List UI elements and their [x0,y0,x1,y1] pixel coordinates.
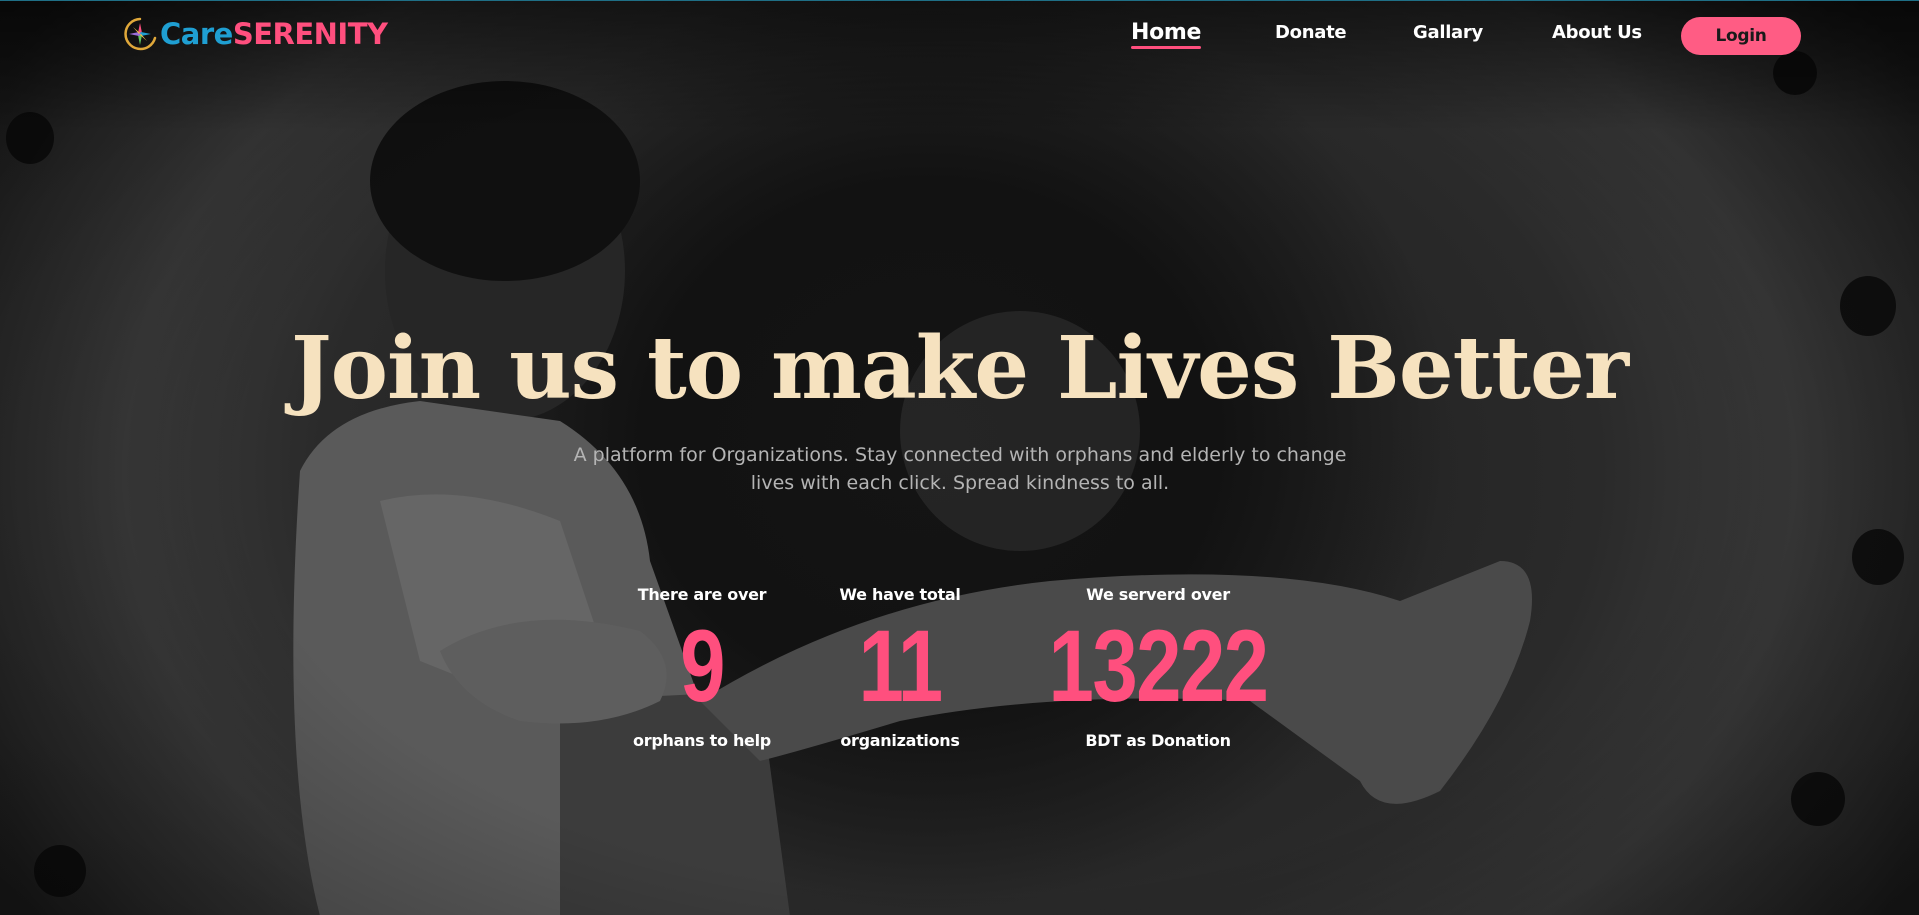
stat-organizations-count: 11 [858,609,943,723]
stat-donation-amount: 13222 [1048,609,1270,723]
stat-organizations: We have total 11 organizations [800,583,1000,753]
nav-about-us-link[interactable]: About Us [1552,22,1642,43]
stat-donation-suffix: BDT as Donation [1085,731,1231,750]
nav-donate-link[interactable]: Donate [1275,22,1347,43]
stat-orphans: There are over 9 orphans to help [602,583,802,753]
stat-organizations-suffix: organizations [840,731,960,750]
login-button[interactable]: Login [1681,17,1801,55]
hero-subtitle-line-1: A platform for Organizations. Stay conne… [573,444,1347,466]
stat-orphans-count: 9 [680,609,725,723]
hero-subtitle: A platform for Organizations. Stay conne… [560,441,1360,497]
nav-home-link[interactable]: Home [1131,20,1201,49]
nav-gallary-link[interactable]: Gallary [1413,22,1483,43]
landing-page: CareSERENITY Home Donate Gallary About U… [0,0,1919,915]
stat-donation: We serverd over 13222 BDT as Donation [1008,583,1308,753]
navbar: CareSERENITY Home Donate Gallary About U… [0,1,1919,69]
stat-donation-prefix: We serverd over [1086,585,1230,604]
stat-orphans-prefix: There are over [637,585,767,604]
nav-links: Home Donate Gallary About Us [0,16,1919,56]
stat-orphans-suffix: orphans to help [633,731,771,750]
hero-title: Join us to make Lives Better [290,318,1629,419]
hero-subtitle-line-2: lives with each click. Spread kindness t… [750,472,1170,494]
stat-organizations-prefix: We have total [839,585,961,604]
